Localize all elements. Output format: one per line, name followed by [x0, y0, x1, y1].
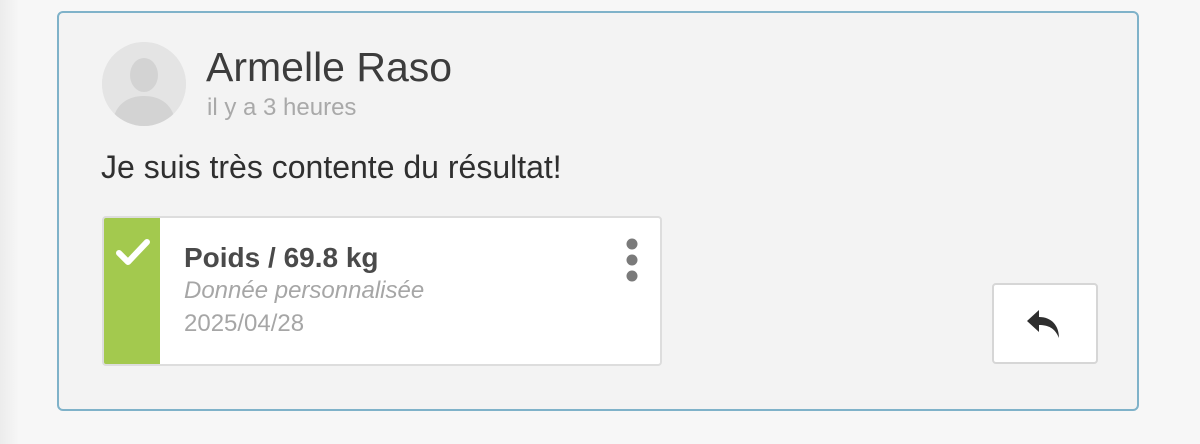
- status-strip: [104, 218, 160, 364]
- post-message: Je suis très contente du résultat!: [101, 149, 562, 185]
- page-left-edge: [0, 0, 18, 444]
- post-timestamp: il y a 3 heures: [207, 94, 357, 121]
- data-entry-source: Donnée personnalisée: [184, 277, 425, 304]
- reply-arrow-icon: [1027, 310, 1059, 338]
- data-entry-date: 2025/04/28: [184, 310, 305, 337]
- user-avatar-icon[interactable]: [102, 42, 186, 126]
- vertical-dots-icon: [626, 238, 638, 282]
- data-entry-card[interactable]: Poids / 69.8 kg Donnée personnalisée 202…: [102, 216, 662, 366]
- check-icon: [116, 239, 150, 265]
- data-entry-title: Poids / 69.8 kg: [184, 242, 379, 273]
- author-name[interactable]: Armelle Raso: [206, 43, 452, 91]
- more-options-button[interactable]: [616, 236, 648, 286]
- post-card: Armelle Raso il y a 3 heures Je suis trè…: [57, 11, 1139, 411]
- default-user-avatar-icon: [102, 42, 186, 126]
- reply-button[interactable]: [992, 283, 1098, 364]
